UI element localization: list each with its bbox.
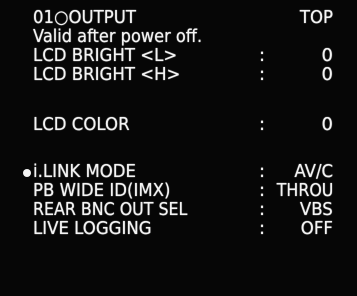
menu-item-live-logging[interactable]: LIVE LOGGING : OFF: [0, 220, 357, 241]
menu-item-separator: :: [259, 199, 266, 220]
menu-item-lcd-bright-high[interactable]: LCD BRIGHT <H> : 0: [0, 66, 357, 87]
menu-position-indicator: TOP: [299, 7, 333, 28]
menu-item-label: REAR BNC OUT SEL: [33, 199, 188, 220]
menu-item-value: 0: [321, 45, 333, 66]
menu-item-separator: :: [259, 218, 266, 239]
menu-item-separator: :: [259, 64, 266, 85]
menu-item-label: PB WIDE ID(IMX): [33, 180, 171, 201]
menu-item-value: VBS: [300, 199, 333, 220]
menu-note: Valid after power off.: [33, 26, 203, 47]
menu-item-separator: :: [259, 180, 266, 201]
selection-cursor-icon: [23, 169, 31, 177]
menu-item-value: THROU: [276, 180, 333, 201]
menu-item-label: i.LINK MODE: [33, 161, 137, 182]
menu-item-lcd-color[interactable]: LCD COLOR : 0: [0, 116, 357, 137]
menu-page-title: 01○OUTPUT: [33, 7, 137, 28]
menu-item-value: OFF: [300, 218, 333, 239]
menu-item-value: 0: [321, 64, 333, 85]
menu-item-separator: :: [259, 114, 266, 135]
menu-item-label: LCD BRIGHT <H>: [33, 64, 181, 85]
menu-item-label: LCD COLOR: [33, 114, 130, 135]
menu-item-separator: :: [259, 161, 266, 182]
menu-item-label: LIVE LOGGING: [33, 218, 152, 239]
menu-item-label: LCD BRIGHT <L>: [33, 45, 178, 66]
menu-item-value: 0: [321, 114, 333, 135]
menu-item-separator: :: [259, 45, 266, 66]
menu-item-value: AV/C: [294, 161, 333, 182]
viewfinder-menu-screen: 01○OUTPUT TOP Valid after power off. LCD…: [0, 0, 357, 296]
